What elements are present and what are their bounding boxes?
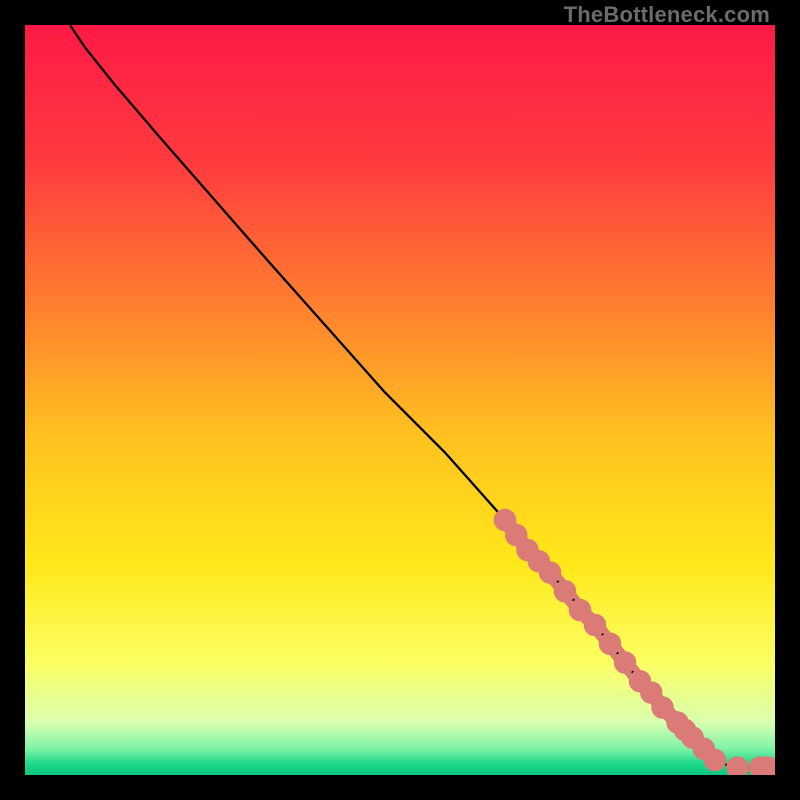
gradient-background [25,25,775,775]
chart-container: TheBottleneck.com [0,0,800,800]
plot-area [25,25,775,775]
